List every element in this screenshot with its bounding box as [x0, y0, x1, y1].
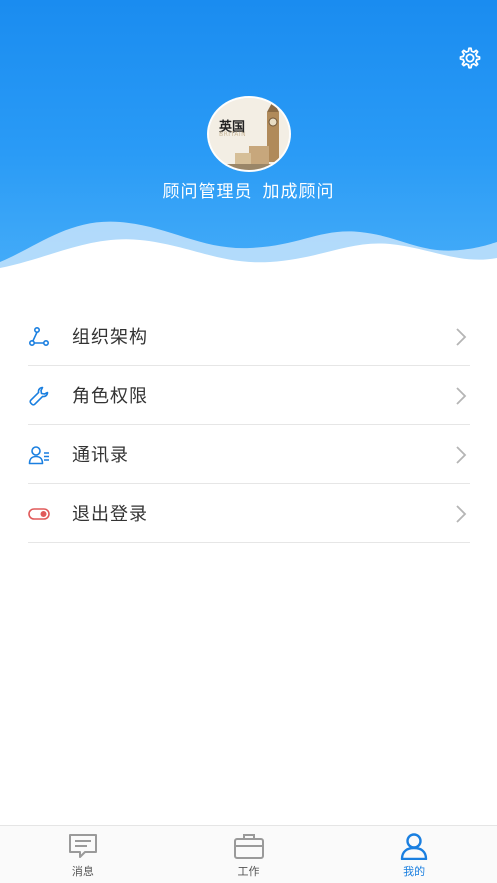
chevron-right-icon	[456, 446, 467, 464]
tab-label-mine: 我的	[403, 865, 426, 878]
toggle-icon	[28, 508, 50, 520]
user-info: 顾问管理员 加成顾问	[0, 177, 497, 202]
org-structure-icon	[28, 326, 50, 347]
message-icon	[68, 834, 97, 858]
settings-button[interactable]	[456, 44, 484, 72]
user-name: 加成顾问	[262, 182, 335, 202]
wrench-icon	[29, 386, 49, 406]
tab-mine[interactable]: 我的	[331, 826, 497, 883]
gear-icon	[459, 47, 481, 69]
tab-messages[interactable]: 消息	[0, 826, 166, 883]
menu-label-role-permissions: 角色权限	[72, 386, 148, 407]
tab-label-messages: 消息	[71, 865, 94, 878]
menu-label-contacts: 通讯录	[72, 445, 129, 466]
header-wave	[0, 221, 497, 280]
avatar-subtext: BRITAIN	[219, 131, 247, 138]
chevron-right-icon	[456, 505, 467, 523]
settings-menu: 组织架构 角色权限 通讯录 退出登录	[28, 307, 470, 543]
menu-item-contacts[interactable]: 通讯录	[28, 425, 470, 484]
menu-item-org-structure[interactable]: 组织架构	[28, 307, 470, 366]
chevron-right-icon	[456, 328, 467, 346]
user-role: 顾问管理员	[162, 182, 253, 202]
tab-label-work: 工作	[237, 865, 260, 878]
contacts-icon	[28, 446, 49, 465]
avatar[interactable]: 英国 BRITAIN	[207, 96, 291, 172]
person-icon	[400, 833, 428, 860]
menu-item-logout[interactable]: 退出登录	[28, 484, 470, 543]
briefcase-icon	[233, 834, 264, 859]
menu-item-role-permissions[interactable]: 角色权限	[28, 366, 470, 425]
menu-label-org-structure: 组织架构	[72, 327, 148, 348]
profile-header: 英国 BRITAIN 顾问管理员 加成顾问	[0, 0, 497, 280]
bottom-tab-bar: 消息 工作 我的	[0, 825, 497, 883]
tab-work[interactable]: 工作	[166, 826, 332, 883]
menu-label-logout: 退出登录	[72, 504, 148, 525]
chevron-right-icon	[456, 387, 467, 405]
